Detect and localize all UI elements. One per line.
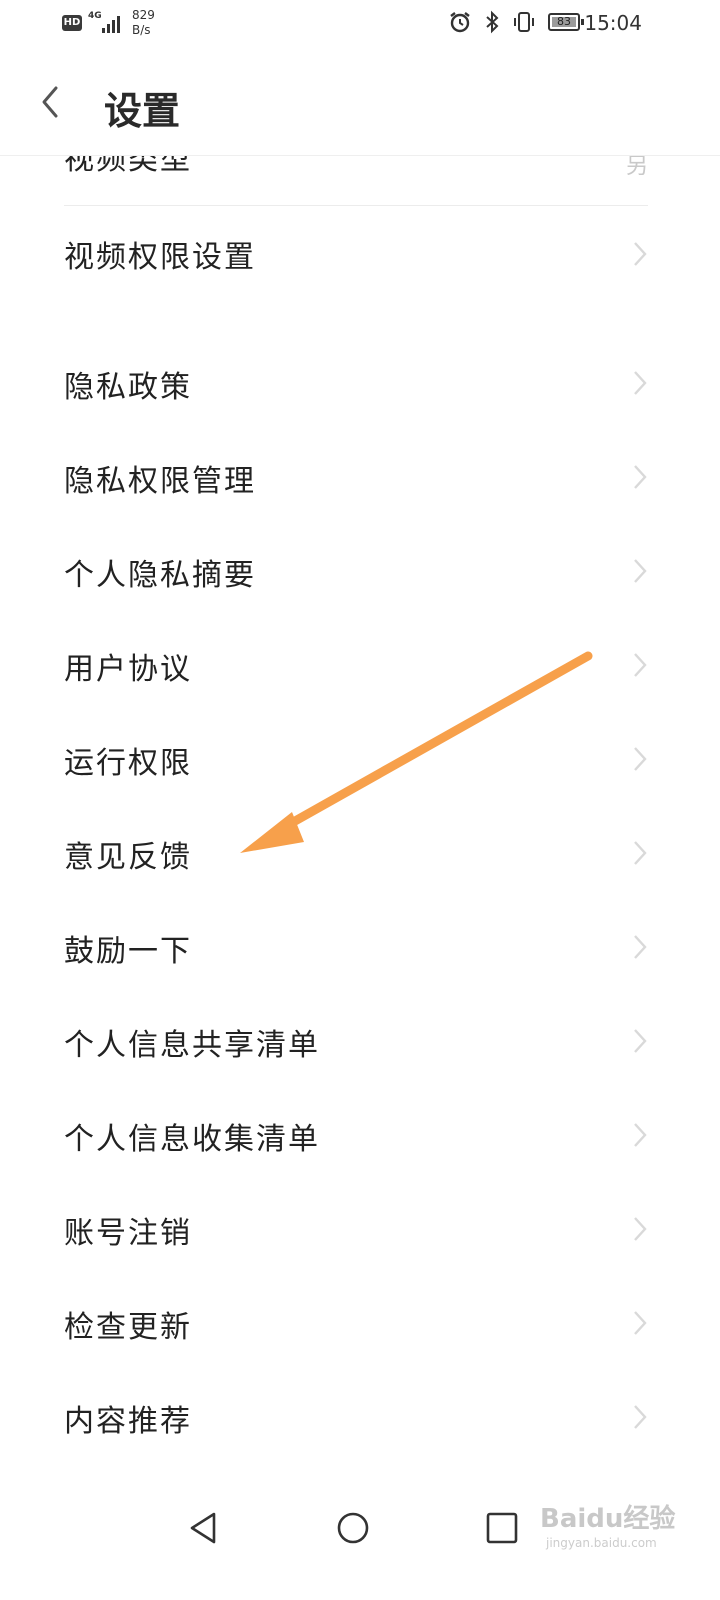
- speed-unit: B/s: [132, 23, 151, 37]
- chevron-right-icon: [634, 371, 647, 395]
- nav-back-icon[interactable]: [184, 1508, 224, 1548]
- row-label: 视频权限设置: [64, 240, 256, 275]
- network-speed: 829 B/s: [132, 8, 155, 38]
- settings-row-user-agreement[interactable]: 用户协议: [0, 634, 720, 694]
- settings-row-info-sharing-list[interactable]: 个人信息共享清单: [0, 1010, 720, 1070]
- settings-row-encourage[interactable]: 鼓励一下: [0, 916, 720, 976]
- row-label: 意见反馈: [64, 840, 192, 875]
- battery-icon: 83: [548, 13, 584, 31]
- alarm-icon: [450, 12, 470, 33]
- chevron-right-icon: [634, 1029, 647, 1053]
- app-header: 设置: [0, 50, 720, 156]
- chevron-right-icon: [634, 1311, 647, 1335]
- chevron-right-icon: [634, 653, 647, 677]
- nav-recents-icon[interactable]: [482, 1508, 522, 1548]
- vibrate-icon: [514, 12, 534, 32]
- network-type: 4G: [88, 11, 102, 21]
- status-bar: HD 4G 829 B/s 83 15:04: [0, 0, 720, 50]
- bluetooth-icon: [486, 10, 499, 34]
- settings-row-feedback[interactable]: 意见反馈: [0, 822, 720, 882]
- row-value: 另: [626, 156, 649, 179]
- row-label: 个人信息共享清单: [64, 1028, 320, 1063]
- chevron-right-icon: [634, 465, 647, 489]
- watermark-domain: jingyan.baidu.com: [546, 1536, 657, 1550]
- settings-row-content-recommend[interactable]: 内容推荐: [0, 1386, 720, 1446]
- chevron-right-icon: [634, 1123, 647, 1147]
- chevron-right-icon: [634, 559, 647, 583]
- row-divider: [64, 205, 648, 206]
- chevron-right-icon: [634, 1405, 647, 1429]
- row-label: 个人隐私摘要: [64, 558, 256, 593]
- row-label: 用户协议: [64, 652, 192, 687]
- settings-row-video-type[interactable]: 视频类型 另: [0, 156, 720, 206]
- chevron-right-icon: [634, 747, 647, 771]
- hd-indicator: HD: [62, 15, 82, 31]
- row-label: 隐私权限管理: [64, 464, 256, 499]
- row-label: 隐私政策: [64, 370, 192, 405]
- settings-row-account-deletion[interactable]: 账号注销: [0, 1198, 720, 1258]
- settings-row-check-update[interactable]: 检查更新: [0, 1292, 720, 1352]
- row-label: 账号注销: [64, 1216, 192, 1251]
- row-label: 鼓励一下: [64, 934, 192, 969]
- chevron-right-icon: [634, 935, 647, 959]
- chevron-right-icon: [634, 841, 647, 865]
- speed-value: 829: [132, 8, 155, 22]
- chevron-right-icon: [634, 242, 647, 266]
- settings-row-video-permission[interactable]: 视频权限设置: [0, 222, 720, 286]
- row-label: 内容推荐: [64, 1404, 192, 1439]
- settings-row-info-collection-list[interactable]: 个人信息收集清单: [0, 1104, 720, 1164]
- signal-icon: 4G: [88, 11, 120, 35]
- settings-row-privacy-summary[interactable]: 个人隐私摘要: [0, 540, 720, 600]
- clock: 15:04: [584, 11, 642, 35]
- row-label: 视频类型: [64, 156, 192, 177]
- nav-home-icon[interactable]: [333, 1508, 373, 1548]
- row-label: 检查更新: [64, 1310, 192, 1345]
- page-title: 设置: [104, 88, 181, 133]
- row-label: 个人信息收集清单: [64, 1122, 320, 1157]
- settings-row-privacy-permission[interactable]: 隐私权限管理: [0, 446, 720, 506]
- chevron-right-icon: [634, 1217, 647, 1241]
- settings-row-run-permission[interactable]: 运行权限: [0, 728, 720, 788]
- row-label: 运行权限: [64, 746, 192, 781]
- battery-level: 83: [552, 16, 576, 27]
- back-arrow-icon[interactable]: [36, 84, 66, 120]
- settings-row-privacy-policy[interactable]: 隐私政策: [0, 352, 720, 412]
- baidu-watermark: Baidu经验: [540, 1504, 676, 1534]
